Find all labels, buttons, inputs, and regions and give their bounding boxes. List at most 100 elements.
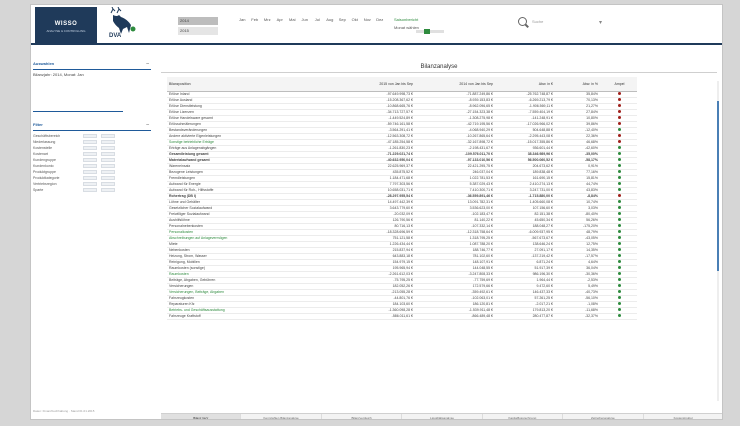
col-header-previous[interactable]: 2014 von Jan bis Sep [417,77,497,92]
filter-dropdown[interactable] [101,188,115,192]
status-dot-icon [617,151,622,156]
logo-text: WISSO [54,21,78,27]
status-dot-icon [617,265,622,270]
filter-dropdown[interactable] [83,146,97,150]
table-body: Erlöse Inland -97.649.998,73 € -71.887.249… [167,91,637,320]
filter-dropdown[interactable] [83,176,97,180]
status-dot-icon [617,283,622,288]
month-dec[interactable]: Dez [374,17,387,35]
sheet-tab[interactable]: Bilanzvergleich [321,414,403,419]
month-may[interactable]: Mai [286,17,299,35]
month-jul[interactable]: Jul [311,17,324,35]
dropdown-arrow-icon[interactable]: ▾ [599,19,602,26]
season-slider[interactable] [416,29,444,34]
season-label: Saisonbericht [394,17,419,22]
filter-dropdown[interactable] [101,164,115,168]
filter-dropdown[interactable] [101,182,115,186]
cell-diff-pct: -32,37% [557,313,602,320]
month-mar[interactable]: Mrz [261,17,274,35]
cell-current: -586.011,61 € [337,313,417,320]
sheet-tab[interactable]: Kapitalflussrechnung [482,414,564,419]
header: WISSO ANALYSE & CONTROLLING DVA 2014 201… [31,5,722,45]
filter-item[interactable]: Sparte [33,187,151,193]
filter-dropdown[interactable] [101,152,115,156]
logo-subtext: ANALYSE & CONTROLLING [46,29,86,33]
filter-list: Geschäftsbereich Niederlassung Kostenstell… [33,133,151,193]
status-dot-icon [617,313,622,318]
filter-title: Filter [33,122,43,127]
sheet-tab[interactable]: Kennzahlen Bilanzanalyse [241,414,322,419]
cell-diff: 280.477,87 € [497,313,557,320]
status-dot-icon [617,145,622,150]
status-dot-icon [617,217,622,222]
month-jun[interactable]: Jun [299,17,312,35]
selections-title: Auswahlen [33,61,55,66]
sheet-tab[interactable]: Bilanz GuV [161,414,242,419]
filter-label: Sparte [33,188,44,192]
season-selector[interactable]: Saisonbericht Monat wählen [394,17,454,35]
filter-dropdown[interactable] [101,140,115,144]
minimize-icon[interactable]: – [146,122,149,128]
status-dot-icon [617,211,622,216]
month-aug[interactable]: Aug [324,17,337,35]
filter-dropdown[interactable] [101,170,115,174]
status-dot-icon [617,301,622,306]
status-dot-icon [617,277,622,282]
filter-section: Filter – Geschäftsbereich Niederlassung Ko… [33,109,151,193]
col-header-diff-pct[interactable]: Abw. in % [557,77,602,92]
table-row[interactable]: Fahrzeuge Kraftstoff -586.011,61 € -866.48… [167,313,637,320]
month-oct[interactable]: Okt [349,17,362,35]
month-apr[interactable]: Apr [274,17,287,35]
filter-dropdown[interactable] [83,188,97,192]
status-dot-icon [617,97,622,102]
search-placeholder: Suche [532,19,544,24]
col-header-position[interactable]: Bilanzposition [167,77,337,92]
filter-dropdown[interactable] [83,152,97,156]
sheet-tab[interactable]: Kostenstruktur [643,414,722,419]
status-dot-icon [617,103,622,108]
col-header-current[interactable]: 2015 von Jan bis Sep [337,77,417,92]
month-jan[interactable]: Jan [236,17,249,35]
scroll-thumb[interactable] [717,101,719,271]
filter-dropdown[interactable] [83,140,97,144]
filter-label: Produktkategorie [33,176,60,180]
status-dot-icon [617,193,622,198]
filter-dropdown[interactable] [83,170,97,174]
data-table-container[interactable]: Bilanzposition 2015 von Jan bis Sep 2014… [167,77,637,403]
month-selector: Jan Feb Mrz Apr Mai Jun Jul Aug Sep Okt … [236,17,386,35]
year-2015[interactable]: 2015 [178,27,218,35]
minimize-icon[interactable]: – [146,61,149,67]
season-slider-handle[interactable] [424,29,430,34]
status-dot-icon [617,253,622,258]
deer-icon [110,6,136,34]
filter-label: Vertriebsregion [33,182,57,186]
status-dot-icon [617,169,622,174]
status-dot-icon [617,295,622,300]
month-feb[interactable]: Feb [249,17,262,35]
month-sep[interactable]: Sep [336,17,349,35]
search-box[interactable]: Suche [518,17,578,31]
filter-dropdown[interactable] [101,176,115,180]
month-nov[interactable]: Nov [361,17,374,35]
search-icon[interactable] [518,17,527,26]
status-dot-icon [617,133,622,138]
filter-dropdown[interactable] [83,134,97,138]
filter-dropdown[interactable] [83,158,97,162]
divider [33,130,151,131]
filter-dropdown[interactable] [101,158,115,162]
col-header-status[interactable]: Ampel [602,77,637,92]
filter-dropdown[interactable] [101,134,115,138]
sheet-tab[interactable]: Liquiditätsanalyse [402,414,483,419]
year-2014[interactable]: 2014 [178,17,218,25]
filter-dropdown[interactable] [83,164,97,168]
divider [33,111,123,112]
filter-dropdown[interactable] [83,182,97,186]
sheet-tab[interactable]: Zeitreihenanalyse [563,414,644,419]
status-dot-icon [617,91,622,96]
filter-dropdown[interactable] [101,146,115,150]
status-dot-icon [617,199,622,204]
status-dot-icon [617,139,622,144]
app-window: WISSO ANALYSE & CONTROLLING DVA 2014 201… [30,4,723,420]
col-header-diff[interactable]: Abw. in € [497,77,557,92]
main-panel: Bilanzanalyse Bilanzposition 2015 von Ja… [161,61,719,411]
